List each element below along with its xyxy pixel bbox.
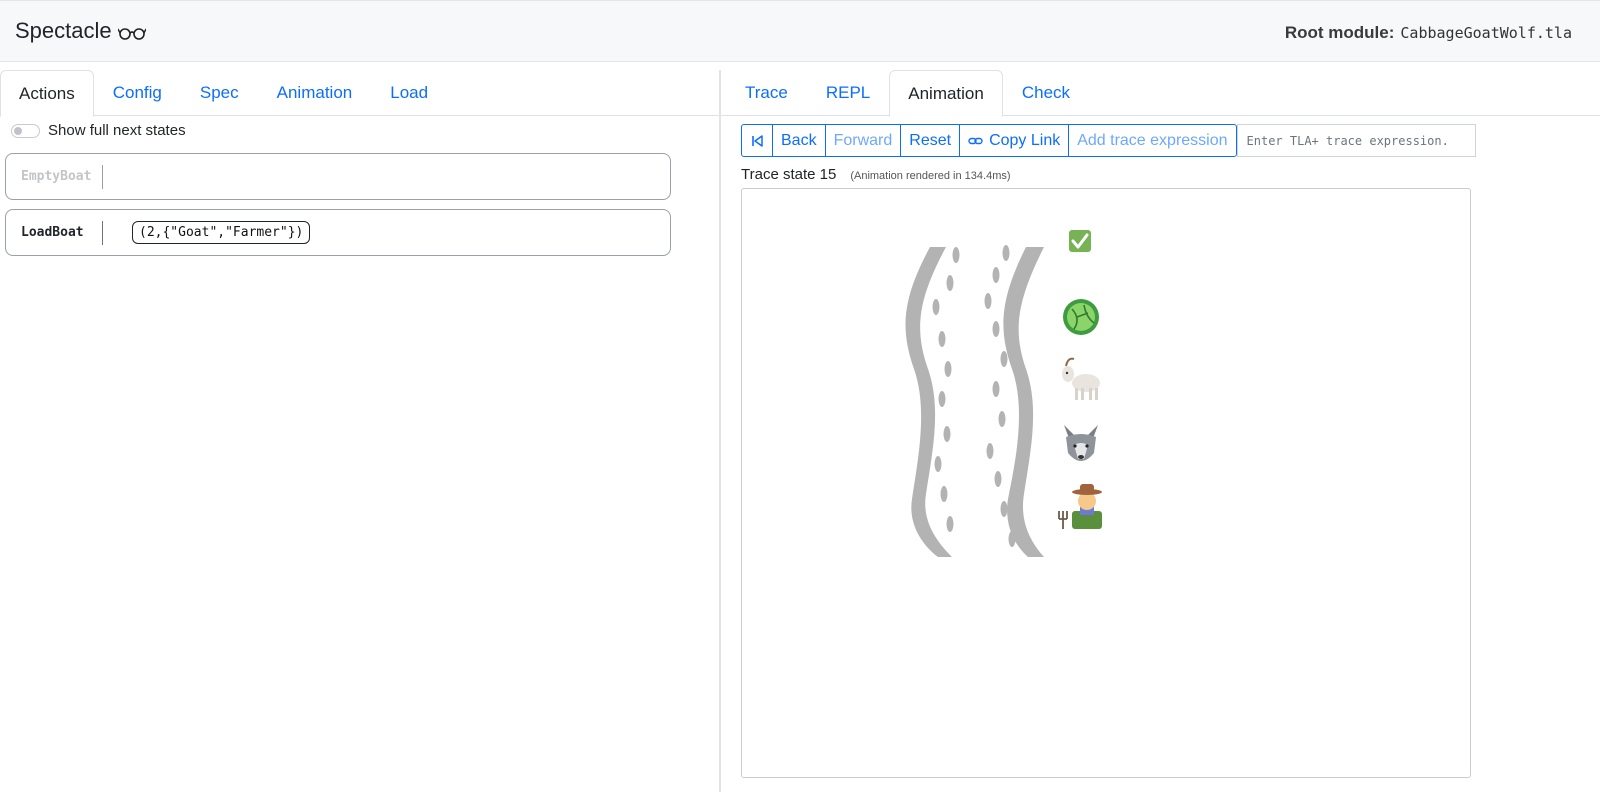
- wolf-icon: [1064, 425, 1098, 461]
- glasses-icon: [117, 28, 146, 40]
- copy-link-label: Copy Link: [989, 131, 1061, 149]
- cabbage-icon: [1063, 299, 1099, 335]
- tab-spec[interactable]: Spec: [181, 70, 258, 116]
- right-tabs: Trace REPL Animation Check: [721, 70, 1600, 117]
- link-icon: [968, 137, 983, 144]
- action-name: LoadBoat: [21, 225, 84, 240]
- trace-expression-input[interactable]: [1236, 124, 1476, 157]
- show-full-next-states-label: Show full next states: [48, 122, 186, 139]
- trace-state-title: Trace state 15: [741, 166, 837, 183]
- action-name: EmptyBoat: [21, 169, 92, 184]
- tab-animation-left[interactable]: Animation: [258, 70, 372, 116]
- app-title: Spectacle: [15, 18, 146, 44]
- action-load-boat[interactable]: LoadBoat (2,{"Goat","Farmer"}): [5, 209, 671, 256]
- action-param-chip[interactable]: (2,{"Goat","Farmer"}): [132, 221, 311, 244]
- skip-to-start-icon: [752, 134, 763, 147]
- tab-repl[interactable]: REPL: [807, 70, 889, 116]
- tab-animation[interactable]: Animation: [889, 70, 1003, 117]
- show-full-next-states-row: Show full next states: [11, 122, 186, 139]
- animation-timing: (Animation rendered in 134.4ms): [850, 170, 1011, 182]
- first-state-button[interactable]: [741, 124, 773, 157]
- tab-load[interactable]: Load: [371, 70, 447, 116]
- left-pane: Actions Config Spec Animation Load Show …: [0, 70, 720, 792]
- river-right-bank: [1003, 247, 1044, 557]
- right-pane: Trace REPL Animation Check Back Forward …: [721, 70, 1600, 792]
- trace-state-header: Trace state 15 (Animation rendered in 13…: [741, 166, 1011, 183]
- animation-canvas: [741, 188, 1471, 778]
- farmer-icon: [1058, 484, 1102, 529]
- left-tabs: Actions Config Spec Animation Load: [0, 70, 720, 117]
- trace-controls: Back Forward Reset Copy Link Add trace e…: [741, 124, 1476, 157]
- action-separator: [102, 220, 103, 245]
- root-module-info: Root module: CabbageGoatWolf.tla: [1285, 23, 1572, 43]
- tab-trace[interactable]: Trace: [726, 70, 807, 116]
- back-button[interactable]: Back: [772, 124, 826, 157]
- root-module-file: CabbageGoatWolf.tla: [1400, 24, 1572, 42]
- check-mark-icon: [1069, 230, 1091, 252]
- river-ripples: [932, 245, 1016, 547]
- goat-icon: [1062, 357, 1100, 400]
- action-empty-boat[interactable]: EmptyBoat: [5, 153, 671, 200]
- add-trace-expression-button[interactable]: Add trace expression: [1068, 124, 1237, 157]
- animation-svg: [905, 230, 1102, 557]
- tab-check[interactable]: Check: [1003, 70, 1089, 116]
- reset-button[interactable]: Reset: [900, 124, 961, 157]
- tab-actions[interactable]: Actions: [0, 70, 94, 117]
- show-full-next-states-toggle[interactable]: [11, 123, 40, 138]
- app-header: Spectacle Root module: CabbageGoatWolf.t…: [0, 0, 1600, 62]
- root-module-label: Root module:: [1284, 23, 1395, 42]
- copy-link-button[interactable]: Copy Link: [959, 124, 1070, 157]
- app-title-text: Spectacle: [15, 18, 112, 43]
- forward-button[interactable]: Forward: [824, 124, 902, 157]
- tab-config[interactable]: Config: [94, 70, 181, 116]
- action-separator: [102, 164, 103, 189]
